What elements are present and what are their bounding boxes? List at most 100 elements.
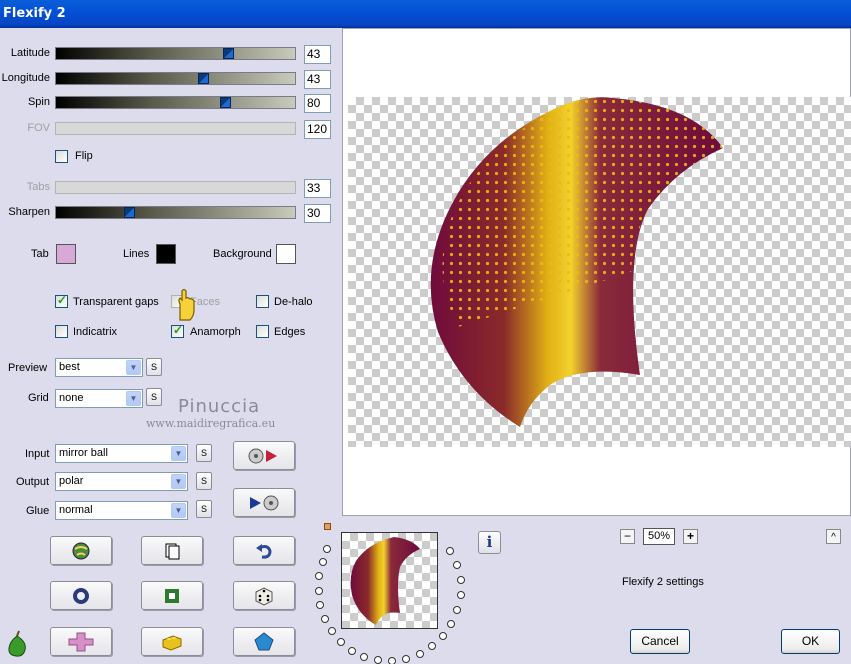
undo-icon <box>256 543 272 559</box>
pentagon-button[interactable] <box>233 627 295 656</box>
ring-dot[interactable] <box>446 547 454 555</box>
sharpen-thumb[interactable] <box>124 207 135 218</box>
spin-thumb[interactable] <box>220 97 231 108</box>
tabs-track <box>55 181 296 194</box>
longitude-track[interactable] <box>55 72 296 85</box>
ring-dot[interactable] <box>316 601 324 609</box>
latitude-thumb[interactable] <box>223 48 234 59</box>
spin-value[interactable]: 80 <box>304 94 331 113</box>
thumbnail-preview[interactable] <box>341 532 438 629</box>
ring-dot[interactable] <box>457 576 465 584</box>
ring-dot[interactable] <box>323 545 331 553</box>
chevron-down-icon[interactable]: ▼ <box>126 391 141 406</box>
output-label: Output <box>16 476 50 488</box>
expand-button[interactable]: ^ <box>826 529 841 544</box>
de-halo-checkbox[interactable] <box>256 295 269 308</box>
disc-to-play-icon <box>248 448 277 463</box>
ring-dot[interactable] <box>416 650 424 658</box>
undo-button[interactable] <box>233 536 295 565</box>
latitude-label: Latitude <box>10 47 50 59</box>
plus-icon: + <box>686 529 694 543</box>
chevron-down-icon[interactable]: ▼ <box>171 474 186 489</box>
transfer-input-button[interactable] <box>233 488 295 517</box>
preview-canvas[interactable] <box>348 97 851 447</box>
preview-select[interactable]: best ▼ <box>55 358 143 377</box>
ring-dot[interactable] <box>388 657 396 664</box>
ring-dot[interactable] <box>321 615 329 623</box>
zoom-in-button[interactable]: + <box>683 529 698 544</box>
ok-button[interactable]: OK <box>781 629 840 654</box>
spin-track[interactable] <box>55 96 296 109</box>
copy-button[interactable] <box>141 536 203 565</box>
brick-icon <box>162 634 182 651</box>
copy-icon <box>165 543 180 559</box>
preview-s-button[interactable]: S <box>146 358 162 376</box>
ring-dot[interactable] <box>453 606 461 614</box>
output-select-value: polar <box>59 475 84 487</box>
pointing-hand-icon <box>178 288 195 321</box>
chevron-up-icon: ^ <box>831 532 836 543</box>
square-button[interactable] <box>141 581 203 610</box>
ring-dot[interactable] <box>374 656 382 664</box>
random-dice-button[interactable] <box>233 581 295 610</box>
sharpen-label: Sharpen <box>8 206 50 218</box>
transfer-output-button[interactable] <box>233 441 295 470</box>
output-select[interactable]: polar ▼ <box>55 472 188 491</box>
ring-dot[interactable] <box>319 558 327 566</box>
anamorph-checkbox[interactable] <box>171 323 184 338</box>
ring-dot[interactable] <box>337 638 345 646</box>
cross-button[interactable] <box>50 627 112 656</box>
grid-select[interactable]: none ▼ <box>55 389 143 408</box>
chevron-down-icon[interactable]: ▼ <box>126 360 141 375</box>
ring-dot[interactable] <box>315 587 323 595</box>
input-label: Input <box>25 448 50 460</box>
input-select-value: mirror ball <box>59 447 108 459</box>
input-select[interactable]: mirror ball ▼ <box>55 444 188 463</box>
latitude-value[interactable]: 43 <box>304 45 331 64</box>
ring-dot[interactable] <box>315 572 323 580</box>
ring-dot[interactable] <box>360 653 368 661</box>
preview-panel[interactable] <box>342 28 851 516</box>
longitude-value[interactable]: 43 <box>304 70 331 89</box>
thumbnail-image <box>350 537 420 625</box>
sharpen-value[interactable]: 30 <box>304 204 331 223</box>
grid-s-button[interactable]: S <box>146 388 162 406</box>
circle-button[interactable] <box>50 581 112 610</box>
ring-dot[interactable] <box>439 632 447 640</box>
background-color-label: Background <box>213 248 272 260</box>
chevron-down-icon[interactable]: ▼ <box>171 446 186 461</box>
indicatrix-checkbox[interactable] <box>55 325 68 338</box>
flip-label: Flip <box>75 150 93 162</box>
orientation-marker[interactable] <box>324 523 331 530</box>
lines-color-label: Lines <box>123 248 150 260</box>
ring-dot[interactable] <box>447 620 455 628</box>
randomize-button[interactable] <box>50 536 112 565</box>
ring-dot[interactable] <box>457 591 465 599</box>
info-icon: i <box>486 533 493 551</box>
ring-dot[interactable] <box>428 642 436 650</box>
ring-dot[interactable] <box>453 561 461 569</box>
ring-dot[interactable] <box>328 627 336 635</box>
glue-select[interactable]: normal ▼ <box>55 501 188 520</box>
glue-s-button[interactable]: S <box>196 500 212 518</box>
ring-dot[interactable] <box>402 655 410 663</box>
longitude-thumb[interactable] <box>198 73 209 84</box>
zoom-out-button[interactable]: − <box>620 529 635 544</box>
ring-dot[interactable] <box>348 647 356 655</box>
flip-checkbox[interactable] <box>55 150 68 163</box>
output-s-button[interactable]: S <box>196 472 212 490</box>
latitude-track[interactable] <box>55 47 296 60</box>
info-button[interactable]: i <box>478 531 501 554</box>
watermark-name: Pinuccia <box>178 396 261 417</box>
edges-checkbox[interactable] <box>256 325 269 338</box>
transparent-gaps-checkbox[interactable] <box>55 293 68 308</box>
chevron-down-icon[interactable]: ▼ <box>171 503 186 518</box>
input-s-button[interactable]: S <box>196 444 212 462</box>
lines-color-swatch[interactable] <box>156 244 176 264</box>
transparent-gaps-label: Transparent gaps <box>73 296 159 308</box>
brick-button[interactable] <box>141 627 203 656</box>
sharpen-track[interactable] <box>55 206 296 219</box>
tab-color-swatch[interactable] <box>56 244 76 264</box>
cancel-button[interactable]: Cancel <box>630 629 690 654</box>
background-color-swatch[interactable] <box>276 244 296 264</box>
